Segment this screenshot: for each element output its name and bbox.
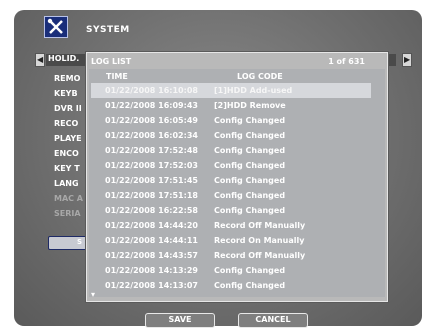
- log-code: Config Changed: [214, 146, 286, 155]
- log-code: [1]HDD Add-used: [214, 86, 293, 95]
- menu-item[interactable]: SERIA: [54, 209, 81, 218]
- menu-item[interactable]: DVR II: [54, 104, 82, 113]
- log-row[interactable]: 01/22/2008 17:52:48 Config Changed: [91, 143, 371, 158]
- log-list-header: TIME LOG CODE: [89, 69, 385, 83]
- log-row[interactable]: 01/22/2008 16:05:49 Config Changed: [91, 113, 371, 128]
- log-list-dialog: LOG LIST 1 of 631 TIME LOG CODE 01/22/20…: [86, 52, 388, 302]
- log-time: 01/22/2008 14:13:07: [105, 281, 198, 290]
- log-page-indicator: 1 of 631: [328, 57, 365, 66]
- log-row[interactable]: 01/22/2008 16:02:34 Config Changed: [91, 128, 371, 143]
- log-row[interactable]: 01/22/2008 14:43:57 Record Off Manually: [91, 248, 371, 263]
- menu-item[interactable]: KEY T: [54, 164, 80, 173]
- log-code: Record Off Manually: [214, 221, 306, 230]
- log-row[interactable]: 01/22/2008 17:52:03 Config Changed: [91, 158, 371, 173]
- log-time: 01/22/2008 14:13:29: [105, 266, 198, 275]
- log-code: Config Changed: [214, 266, 286, 275]
- log-row[interactable]: 01/22/2008 17:51:45 Config Changed: [91, 173, 371, 188]
- cancel-button[interactable]: CANCEL: [238, 313, 308, 328]
- log-time: 01/22/2008 17:51:18: [105, 191, 198, 200]
- log-row[interactable]: 01/22/2008 16:10:08 [1]HDD Add-used: [91, 83, 371, 98]
- menu-button-label: S: [77, 238, 83, 246]
- log-time: 01/22/2008 16:05:49: [105, 116, 198, 125]
- log-time: 01/22/2008 14:44:20: [105, 221, 198, 230]
- log-time: 01/22/2008 16:02:34: [105, 131, 198, 140]
- log-time: 01/22/2008 16:10:08: [105, 86, 198, 95]
- log-code: Config Changed: [214, 176, 286, 185]
- save-button-label: SAVE: [168, 315, 192, 324]
- log-code: Config Changed: [214, 116, 286, 125]
- log-code: Config Changed: [214, 281, 286, 290]
- menu-item[interactable]: PLAYE: [54, 134, 82, 143]
- scroll-down-icon[interactable]: ▾: [91, 290, 95, 299]
- column-time: TIME: [106, 72, 128, 81]
- log-time: 01/22/2008 17:51:45: [105, 176, 198, 185]
- log-row[interactable]: 01/22/2008 14:13:07 Config Changed: [91, 278, 371, 293]
- log-row[interactable]: 01/22/2008 16:22:58 Config Changed: [91, 203, 371, 218]
- log-code: Record Off Manually: [214, 251, 306, 260]
- save-button[interactable]: SAVE: [145, 313, 215, 328]
- log-time: 01/22/2008 17:52:03: [105, 161, 198, 170]
- log-row[interactable]: 01/22/2008 14:13:29 Config Changed: [91, 263, 371, 278]
- log-code: Config Changed: [214, 191, 286, 200]
- cancel-button-label: CANCEL: [255, 315, 291, 324]
- log-code: Config Changed: [214, 206, 286, 215]
- column-log-code: LOG CODE: [237, 72, 283, 81]
- log-code: Config Changed: [214, 131, 286, 140]
- log-time: 01/22/2008 17:52:48: [105, 146, 198, 155]
- log-list-title: LOG LIST: [91, 57, 132, 66]
- log-list-table[interactable]: TIME LOG CODE 01/22/2008 16:10:08 [1]HDD …: [89, 69, 385, 297]
- log-row[interactable]: 01/22/2008 17:51:18 Config Changed: [91, 188, 371, 203]
- menu-button[interactable]: S: [48, 236, 88, 250]
- menu-item[interactable]: ENCO: [54, 149, 79, 158]
- log-code: Record On Manually: [214, 236, 305, 245]
- chevron-right-icon: ▶: [404, 55, 411, 64]
- page-title: SYSTEM: [86, 25, 130, 35]
- menu-item[interactable]: MAC A: [54, 194, 83, 203]
- log-row[interactable]: 01/22/2008 14:44:11 Record On Manually: [91, 233, 371, 248]
- tools-icon: [44, 16, 68, 38]
- log-time: 01/22/2008 16:22:58: [105, 206, 198, 215]
- screen: SYSTEM HOLID. ◀ ▶ REMO KEYB DVR II RECO PLAY…: [0, 0, 436, 336]
- tab-left-arrow-button[interactable]: ◀: [35, 53, 45, 67]
- tab-right-arrow-button[interactable]: ▶: [402, 53, 412, 67]
- tab-holiday[interactable]: HOLID.: [48, 54, 79, 63]
- log-row[interactable]: 01/22/2008 14:44:20 Record Off Manually: [91, 218, 371, 233]
- log-code: [2]HDD Remove: [214, 101, 286, 110]
- log-row[interactable]: 01/22/2008 16:09:43 [2]HDD Remove: [91, 98, 371, 113]
- menu-item[interactable]: KEYB: [54, 89, 78, 98]
- log-time: 01/22/2008 14:43:57: [105, 251, 198, 260]
- log-code: Config Changed: [214, 161, 286, 170]
- log-time: 01/22/2008 16:09:43: [105, 101, 198, 110]
- menu-item[interactable]: LANG: [54, 179, 79, 188]
- chevron-left-icon: ◀: [37, 55, 44, 64]
- menu-item[interactable]: RECO: [54, 119, 78, 128]
- log-time: 01/22/2008 14:44:11: [105, 236, 198, 245]
- menu-item[interactable]: REMO: [54, 74, 80, 83]
